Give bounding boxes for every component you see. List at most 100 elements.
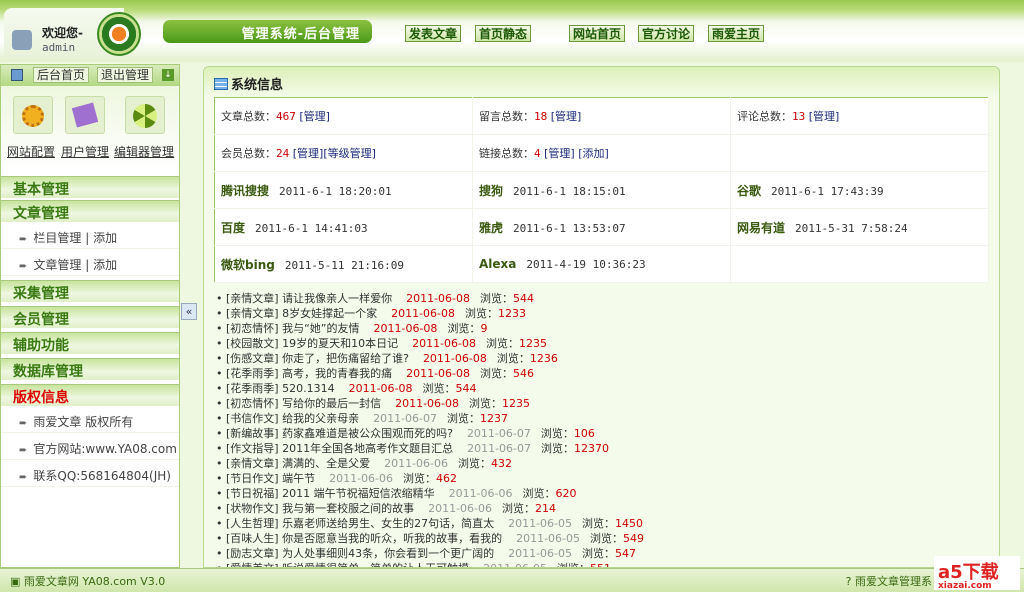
menu-aux[interactable]: 辅助功能 bbox=[1, 332, 179, 354]
article-list-item[interactable]: • [百味人生] 你是否愿意当我的听众，听我的故事，看我的 2011-06-05 浏… bbox=[216, 531, 644, 546]
article-list-item[interactable]: • [亲情文章] 满满的、全是父爱 2011-06-06 浏览：432 bbox=[216, 456, 644, 471]
category-add-link[interactable]: 添加 bbox=[93, 231, 117, 245]
article-category[interactable]: [作文指导] bbox=[226, 442, 279, 455]
manage-link[interactable]: [管理] bbox=[293, 147, 324, 160]
collapse-sidebar-button[interactable]: « bbox=[181, 303, 197, 320]
article-list-item[interactable]: • [励志文章] 为人处事细则43条，你会看到一个更广阔的 2011-06-05 浏… bbox=[216, 546, 644, 561]
article-category[interactable]: [亲情文章] bbox=[226, 457, 279, 470]
article-title[interactable]: 你是否愿意当我的听众，听我的故事，看我的 bbox=[282, 532, 502, 545]
article-category[interactable]: [亲情文章] bbox=[226, 292, 279, 305]
article-list-item[interactable]: • [亲情文章] 请让我像亲人一样爱你 2011-06-08 浏览：544 bbox=[216, 291, 644, 306]
article-title[interactable]: 满满的、全是父爱 bbox=[282, 457, 370, 470]
official-site-text[interactable]: 官方网站:www.YA08.com bbox=[33, 442, 177, 456]
views-label: 浏览： bbox=[496, 352, 530, 365]
article-list-item[interactable]: • [状物作文] 我与第一套校服之间的故事 2011-06-06 浏览：214 bbox=[216, 501, 644, 516]
article-title[interactable]: 19岁的夏天和10本日记 bbox=[282, 337, 398, 350]
article-list-item[interactable]: • [节日作文] 端午节 2011-06-06 浏览：462 bbox=[216, 471, 644, 486]
article-title[interactable]: 高考，我的青春我的痛 bbox=[282, 367, 392, 380]
article-list-item[interactable]: • [初恋情怀] 我与“她”的友情 2011-06-08 浏览：9 bbox=[216, 321, 644, 336]
user-manage-icon[interactable] bbox=[65, 96, 105, 134]
article-category[interactable]: [花季雨季] bbox=[226, 382, 279, 395]
logout-button[interactable]: 退出管理 bbox=[97, 67, 154, 83]
article-title[interactable]: 2011 端午节祝福短信浓缩精华 bbox=[282, 487, 435, 500]
editor-manage-link[interactable]: 编辑器管理 bbox=[114, 143, 174, 160]
article-title[interactable]: 我与第一套校服之间的故事 bbox=[282, 502, 414, 515]
article-list-item[interactable]: • [花季雨季] 520.1314 2011-06-08 浏览：544 bbox=[216, 381, 644, 396]
article-category[interactable]: [节日作文] bbox=[226, 472, 279, 485]
article-list-item[interactable]: • [作文指导] 2011年全国各地高考作文题目汇总 2011-06-07 浏览：1… bbox=[216, 441, 644, 456]
post-article-button[interactable]: 发表文章 bbox=[405, 25, 462, 42]
manage-link[interactable]: [管理] bbox=[551, 110, 582, 123]
article-list-item[interactable]: • [爱情美文] 听说爱情很简单，简单的让人无可触摸2011-06-05浏览：5… bbox=[216, 561, 644, 567]
article-list-item[interactable]: • [花季雨季] 高考，我的青春我的痛 2011-06-08 浏览：546 bbox=[216, 366, 644, 381]
article-category[interactable]: [新编故事] bbox=[226, 427, 279, 440]
article-manage-link[interactable]: 文章管理 bbox=[33, 258, 81, 272]
views-label: 浏览： bbox=[522, 487, 556, 500]
yaai-home-button[interactable]: 雨爱主页 bbox=[708, 25, 765, 42]
article-title[interactable]: 端午节 bbox=[282, 472, 315, 485]
menu-basic[interactable]: 基本管理 bbox=[1, 176, 179, 198]
article-category[interactable]: [初恋情怀] bbox=[226, 322, 279, 335]
category-manage-link[interactable]: 栏目管理 bbox=[33, 231, 81, 245]
article-title[interactable]: 你走了，把伤痛留给了谁? bbox=[282, 352, 409, 365]
article-list-item[interactable]: • [初恋情怀] 写给你的最后一封信 2011-06-08 浏览：1235 bbox=[216, 396, 644, 411]
article-category[interactable]: [状物作文] bbox=[226, 502, 279, 515]
article-list-item[interactable]: • [人生哲理] 乐嘉老师送给男生、女生的27句话，简直太 2011-06-05 浏… bbox=[216, 516, 644, 531]
menu-copyright[interactable]: 版权信息 bbox=[1, 384, 179, 406]
manage-link[interactable]: [管理] bbox=[809, 110, 840, 123]
article-title[interactable]: 520.1314 bbox=[282, 382, 335, 395]
article-category[interactable]: [书信作文] bbox=[226, 412, 279, 425]
article-category[interactable]: [节日祝福] bbox=[226, 487, 279, 500]
article-list-item[interactable]: • [校园散文] 19岁的夏天和10本日记 2011-06-08 浏览：1235 bbox=[216, 336, 644, 351]
article-category[interactable]: [亲情文章] bbox=[226, 307, 279, 320]
article-category[interactable]: [花季雨季] bbox=[226, 367, 279, 380]
menu-article[interactable]: 文章管理 bbox=[1, 200, 179, 222]
spider-row: 网易有道 2011-5-31 7:58:24 bbox=[730, 208, 989, 246]
article-list-item[interactable]: • [书信作文] 给我的父亲母亲 2011-06-07 浏览：1237 bbox=[216, 411, 644, 426]
article-title[interactable]: 写给你的最后一封信 bbox=[282, 397, 381, 410]
static-home-button[interactable]: 首页静态 bbox=[475, 25, 532, 42]
article-title[interactable]: 请让我像亲人一样爱你 bbox=[282, 292, 392, 305]
article-title[interactable]: 我与“她”的友情 bbox=[282, 322, 359, 335]
site-config-link[interactable]: 网站配置 bbox=[7, 143, 55, 160]
menu-database[interactable]: 数据库管理 bbox=[1, 358, 179, 380]
article-add-link[interactable]: 添加 bbox=[93, 258, 117, 272]
add-link[interactable]: [添加] bbox=[578, 147, 609, 160]
views-label: 浏览： bbox=[582, 547, 616, 560]
menu-collect[interactable]: 采集管理 bbox=[1, 280, 179, 302]
footer-version: 雨爱文章网 YA08.com V3.0 bbox=[23, 575, 166, 588]
article-category[interactable]: [校园散文] bbox=[226, 337, 279, 350]
menu-member[interactable]: 会员管理 bbox=[1, 306, 179, 328]
admin-home-button[interactable]: 后台首页 bbox=[33, 67, 90, 83]
article-title[interactable]: 8岁女娃撑起一个家 bbox=[282, 307, 377, 320]
level-manage-link[interactable]: [等级管理] bbox=[323, 147, 376, 160]
footer-help[interactable]: ? 雨爱文章管理系 bbox=[846, 573, 932, 589]
arrow-icon: ➨ bbox=[19, 472, 28, 483]
article-category[interactable]: [人生哲理] bbox=[226, 517, 279, 530]
article-list-item[interactable]: • [新编故事] 药家鑫难道是被公众围观而死的吗? 2011-06-07 浏览：10… bbox=[216, 426, 644, 441]
article-title[interactable]: 乐嘉老师送给男生、女生的27句话，简直太 bbox=[282, 517, 494, 530]
article-title[interactable]: 为人处事细则43条，你会看到一个更广阔的 bbox=[282, 547, 494, 560]
official-forum-button[interactable]: 官方讨论 bbox=[638, 25, 695, 42]
article-category[interactable]: [百味人生] bbox=[226, 532, 279, 545]
editor-icon[interactable] bbox=[125, 96, 165, 134]
article-list-item[interactable]: • [节日祝福] 2011 端午节祝福短信浓缩精华 2011-06-06 浏览：62… bbox=[216, 486, 644, 501]
article-category[interactable]: [伤感文章] bbox=[226, 352, 279, 365]
article-title[interactable]: 药家鑫难道是被公众围观而死的吗? bbox=[282, 427, 453, 440]
article-category[interactable]: [初恋情怀] bbox=[226, 397, 279, 410]
quick-icons: 网站配置 用户管理 编辑器管理 bbox=[1, 86, 179, 172]
article-title[interactable]: 2011年全国各地高考作文题目汇总 bbox=[282, 442, 453, 455]
stat-links: 链接总数：4 [管理] [添加] bbox=[472, 134, 731, 172]
arrow-down-icon[interactable]: ↓ bbox=[162, 69, 174, 81]
article-category[interactable]: [励志文章] bbox=[226, 547, 279, 560]
article-list-item[interactable]: • [亲情文章] 8岁女娃撑起一个家 2011-06-08 浏览：1233 bbox=[216, 306, 644, 321]
manage-link[interactable]: [管理] bbox=[544, 147, 575, 160]
manage-link[interactable]: [管理] bbox=[299, 110, 330, 123]
article-list-item[interactable]: • [伤感文章] 你走了，把伤痛留给了谁? 2011-06-08 浏览：1236 bbox=[216, 351, 644, 366]
site-home-button[interactable]: 网站首页 bbox=[569, 25, 626, 42]
article-views: 549 bbox=[623, 532, 645, 545]
article-date: 2011-06-08 bbox=[406, 292, 471, 305]
user-manage-link[interactable]: 用户管理 bbox=[61, 143, 109, 160]
article-title[interactable]: 给我的父亲母亲 bbox=[282, 412, 359, 425]
gear-icon[interactable] bbox=[13, 96, 53, 134]
